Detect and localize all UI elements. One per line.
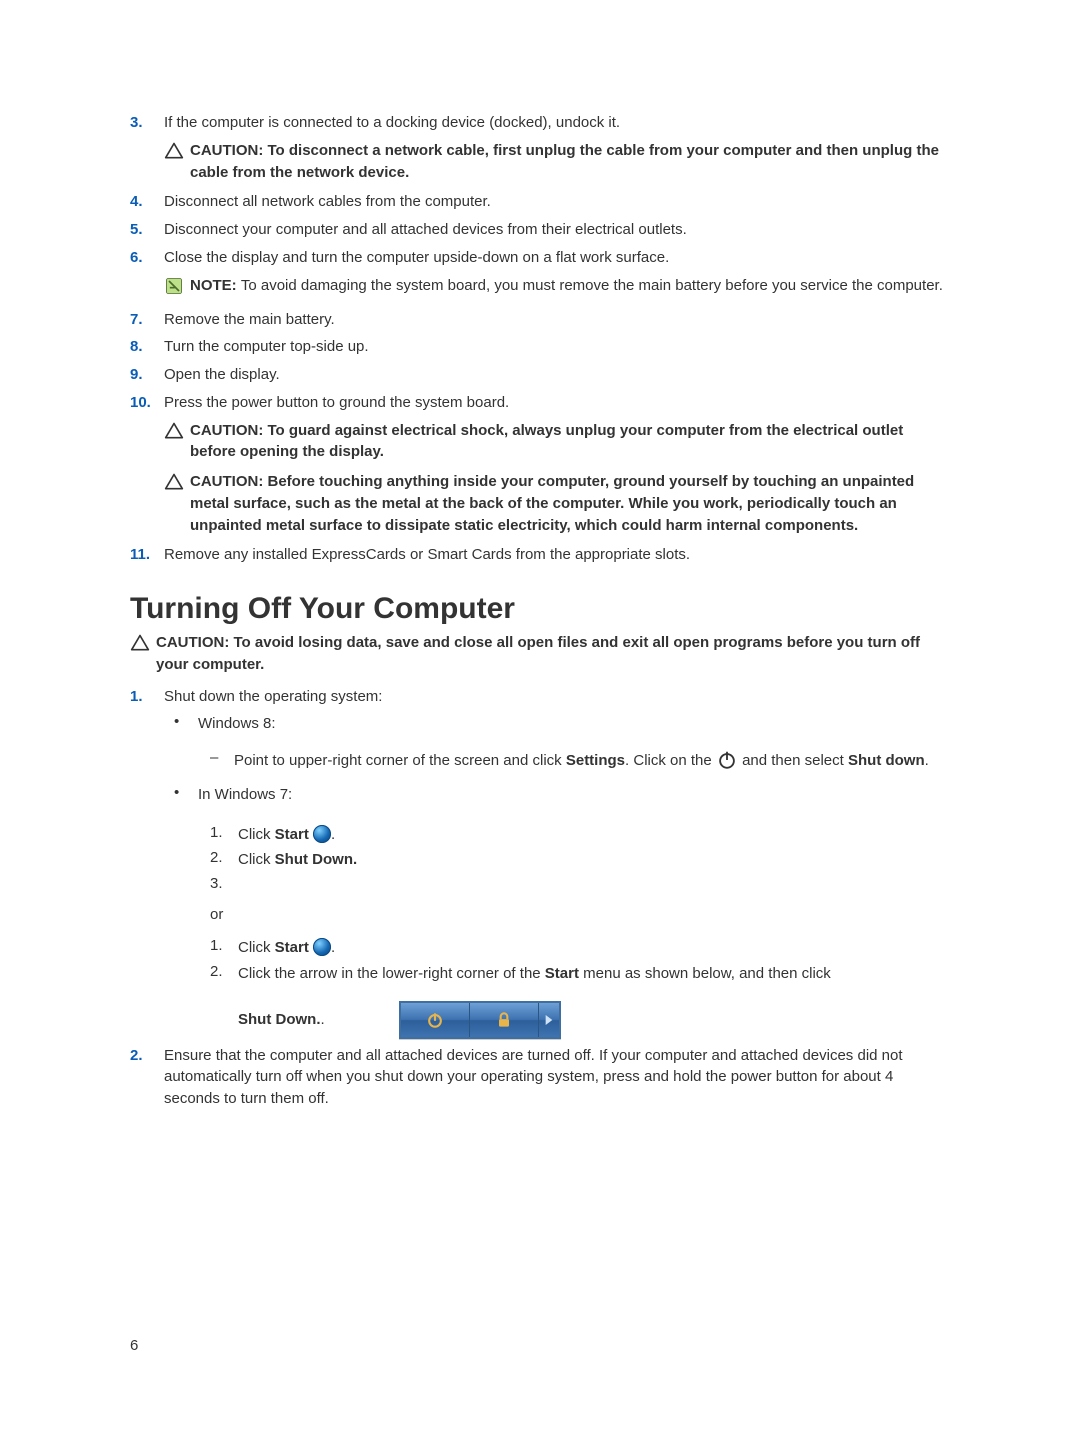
inner-num: 2.: [210, 849, 238, 871]
inner-step-2b: 2. Click the arrow in the lower-right co…: [210, 963, 950, 985]
bullet-windows-8: • Windows 8:: [174, 713, 950, 735]
page-number: 6: [130, 1337, 138, 1354]
inner-text: [238, 875, 950, 892]
list-text: Ensure that the computer and all attache…: [164, 1045, 950, 1110]
caution-label: CAUTION:: [190, 142, 268, 159]
bullet-dot: •: [174, 713, 198, 735]
list-number: 1.: [130, 688, 164, 705]
list-item-8: 8. Turn the computer top-side up.: [130, 336, 950, 358]
list-number: 7.: [130, 311, 164, 328]
list-number: 6.: [130, 249, 164, 266]
list-text: Remove the main battery.: [164, 309, 950, 331]
list-item-3: 3. If the computer is connected to a doc…: [130, 112, 950, 134]
list-item-shutdown-1: 1. Shut down the operating system:: [130, 686, 950, 708]
list-text: Shut down the operating system:: [164, 686, 950, 708]
list-item-5: 5. Disconnect your computer and all atta…: [130, 219, 950, 241]
list-text: Press the power button to ground the sys…: [164, 392, 950, 414]
power-icon: [716, 752, 738, 769]
inner-text: Click Shut Down.: [238, 849, 950, 871]
caution-text: CAUTION: Before touching anything inside…: [190, 471, 950, 536]
note-text: NOTE: To avoid damaging the system board…: [190, 275, 950, 301]
list-text: Turn the computer top-side up.: [164, 336, 950, 358]
caution-icon: [164, 140, 190, 184]
list-text: Remove any installed ExpressCards or Sma…: [164, 544, 950, 566]
caution-icon: [164, 420, 190, 464]
inner-num: 2.: [210, 963, 238, 985]
list-item-7: 7. Remove the main battery.: [130, 309, 950, 331]
section-heading: Turning Off Your Computer: [130, 592, 950, 626]
caution-body: To disconnect a network cable, first unp…: [190, 142, 939, 181]
inner-num: 1.: [210, 937, 238, 959]
caution-callout: CAUTION: To avoid losing data, save and …: [130, 632, 950, 676]
list-number: 4.: [130, 193, 164, 210]
caution-text: CAUTION: To disconnect a network cable, …: [190, 140, 950, 184]
start-orb-icon: [313, 938, 331, 956]
list-item-9: 9. Open the display.: [130, 364, 950, 386]
list-number: 10.: [130, 394, 164, 411]
list-number: 2.: [130, 1047, 164, 1064]
caution-icon: [130, 632, 156, 676]
bullet-dot: •: [174, 784, 198, 806]
caution-text: CAUTION: To guard against electrical sho…: [190, 420, 950, 464]
caution-body: Before touching anything inside your com…: [190, 473, 914, 534]
shutdown-bar-lock-icon: [470, 1003, 539, 1037]
inner-step-1a: 1. Click Start .: [210, 824, 950, 846]
list-number: 11.: [130, 546, 164, 563]
inner-text: Click Start .: [238, 937, 950, 959]
bullet-text: In Windows 7:: [198, 784, 950, 806]
inner-text: Click the arrow in the lower-right corne…: [238, 963, 950, 985]
inner-text: Click Start .: [238, 824, 950, 846]
caution-label: CAUTION:: [190, 473, 268, 490]
inner-step-1b: 1. Click Start .: [210, 937, 950, 959]
note-callout: NOTE: To avoid damaging the system board…: [164, 275, 950, 301]
list-item-shutdown-2: 2. Ensure that the computer and all atta…: [130, 1045, 950, 1110]
list-item-6: 6. Close the display and turn the comput…: [130, 247, 950, 269]
bullet-text: Windows 8:: [198, 713, 950, 735]
caution-body: To guard against electrical shock, alway…: [190, 422, 903, 461]
inner-num: 1.: [210, 824, 238, 846]
note-label: NOTE:: [190, 277, 241, 294]
bullet-windows-7: • In Windows 7:: [174, 784, 950, 806]
caution-callout: CAUTION: Before touching anything inside…: [164, 471, 950, 536]
caution-label: CAUTION:: [156, 634, 234, 651]
list-text: Disconnect all network cables from the c…: [164, 191, 950, 213]
note-icon: [164, 275, 190, 301]
caution-callout: CAUTION: To guard against electrical sho…: [164, 420, 950, 464]
list-number: 3.: [130, 114, 164, 131]
shutdown-button-bar: [399, 1001, 561, 1039]
dash-item: – Point to upper-right corner of the scr…: [210, 749, 950, 772]
list-text: Open the display.: [164, 364, 950, 386]
list-item-11: 11. Remove any installed ExpressCards or…: [130, 544, 950, 566]
inner-num: 3.: [210, 875, 238, 892]
list-text: Disconnect your computer and all attache…: [164, 219, 950, 241]
shutdown-bar-power-icon: [401, 1003, 470, 1037]
list-text: Close the display and turn the computer …: [164, 247, 950, 269]
caution-label: CAUTION:: [190, 422, 268, 439]
or-label: or: [210, 906, 950, 923]
list-text: If the computer is connected to a dockin…: [164, 112, 950, 134]
caution-callout: CAUTION: To disconnect a network cable, …: [164, 140, 950, 184]
dash-text: Point to upper-right corner of the scree…: [234, 749, 950, 772]
list-number: 8.: [130, 338, 164, 355]
shutdown-bar-arrow-icon: [539, 1003, 559, 1037]
list-item-10: 10. Press the power button to ground the…: [130, 392, 950, 414]
inner-step-2a: 2. Click Shut Down.: [210, 849, 950, 871]
note-body: To avoid damaging the system board, you …: [241, 277, 943, 294]
list-number: 9.: [130, 366, 164, 383]
dash-char: –: [210, 749, 234, 772]
caution-body: To avoid losing data, save and close all…: [156, 634, 920, 673]
inner-step-3a: 3.: [210, 875, 950, 892]
caution-icon: [164, 471, 190, 536]
start-orb-icon: [313, 825, 331, 843]
list-item-4: 4. Disconnect all network cables from th…: [130, 191, 950, 213]
list-number: 5.: [130, 221, 164, 238]
shutdown-line: Shut Down..: [238, 1001, 950, 1039]
caution-text: CAUTION: To avoid losing data, save and …: [156, 632, 950, 676]
